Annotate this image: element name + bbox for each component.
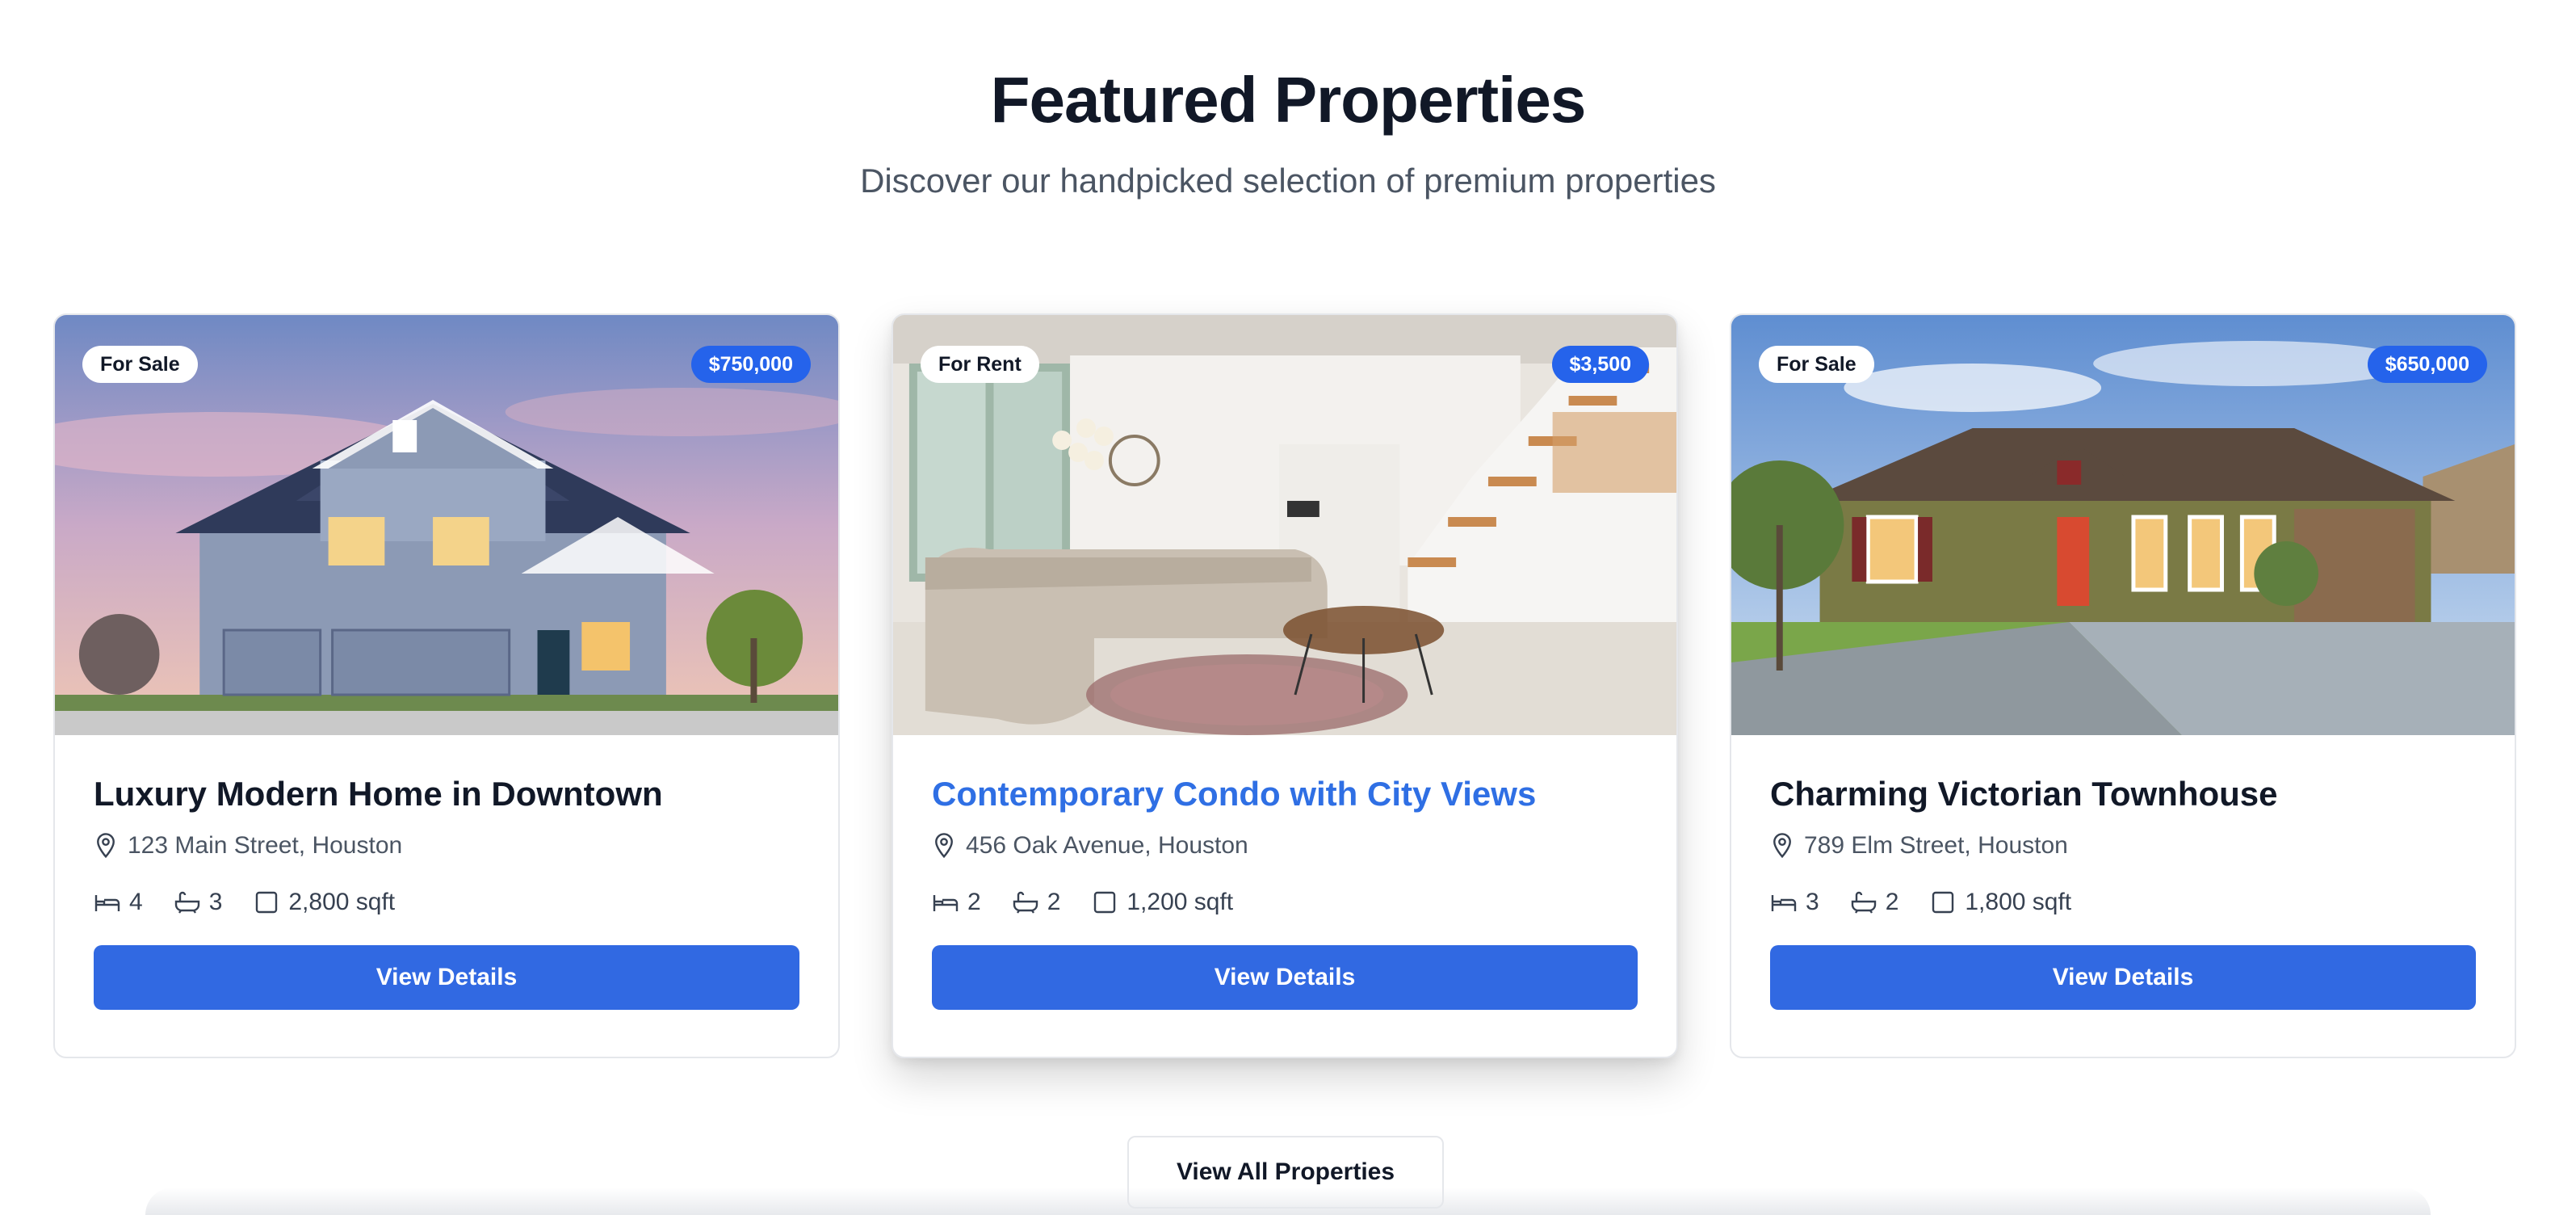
listing-type-badge: For Sale	[1759, 346, 1874, 383]
price-badge: $3,500	[1551, 346, 1649, 383]
square-icon	[1094, 892, 1116, 914]
property-address: 456 Oak Avenue, Houston	[932, 832, 1638, 860]
beds-feature: 4	[94, 889, 143, 916]
bed-icon	[94, 895, 120, 912]
property-features: 2 2 1,200 sqft	[932, 889, 1638, 916]
address-text: 123 Main Street, Houston	[128, 832, 403, 860]
property-card[interactable]: For Sale $650,000 Charming Victorian Tow…	[1730, 313, 2516, 1058]
area-value: 1,800 sqft	[1965, 889, 2072, 916]
area-feature: 2,800 sqft	[253, 889, 395, 916]
map-pin-icon	[1773, 833, 1791, 859]
address-text: 789 Elm Street, Houston	[1804, 832, 2068, 860]
square-icon	[256, 892, 278, 914]
bath-icon	[174, 892, 199, 914]
featured-properties-section: Featured Properties Discover our handpic…	[0, 0, 2576, 1215]
price-badge: $650,000	[2367, 346, 2487, 383]
map-pin-icon	[97, 833, 115, 859]
bath-icon	[1013, 892, 1038, 914]
property-image[interactable]: For Sale $750,000	[55, 315, 838, 735]
beds-feature: 3	[1770, 889, 1819, 916]
property-card[interactable]: For Sale $750,000 Luxury Modern Home in …	[53, 313, 840, 1058]
bed-icon	[933, 895, 959, 912]
map-pin-icon	[935, 833, 953, 859]
property-image[interactable]: For Sale $650,000	[1731, 315, 2515, 735]
beds-count: 3	[1806, 889, 1819, 916]
property-title[interactable]: Luxury Modern Home in Downtown	[94, 774, 799, 814]
baths-feature: 3	[174, 889, 223, 916]
view-details-button[interactable]: View Details	[932, 945, 1638, 1011]
baths-count: 2	[1047, 889, 1061, 916]
beds-count: 4	[129, 889, 143, 916]
beds-count: 2	[967, 889, 981, 916]
baths-count: 2	[1885, 889, 1899, 916]
property-features: 3 2 1,800 sqft	[1770, 889, 2476, 916]
section-title: Featured Properties	[990, 64, 1587, 136]
listing-type-badge: For Sale	[82, 346, 198, 383]
section-subtitle: Discover our handpicked selection of pre…	[860, 162, 1716, 200]
area-feature: 1,800 sqft	[1929, 889, 2071, 916]
property-title[interactable]: Contemporary Condo with City Views	[932, 774, 1638, 814]
square-icon	[1932, 892, 1954, 914]
beds-feature: 2	[932, 889, 981, 916]
area-feature: 1,200 sqft	[1091, 889, 1233, 916]
view-details-button[interactable]: View Details	[1770, 945, 2476, 1011]
price-badge: $750,000	[690, 346, 811, 383]
area-value: 1,200 sqft	[1126, 889, 1234, 916]
view-details-button[interactable]: View Details	[94, 945, 799, 1011]
bath-icon	[1851, 892, 1876, 914]
property-card[interactable]: For Rent $3,500 Contemporary Condo with …	[892, 313, 1678, 1058]
property-title[interactable]: Charming Victorian Townhouse	[1770, 774, 2476, 814]
property-address: 789 Elm Street, Houston	[1770, 832, 2476, 860]
area-value: 2,800 sqft	[288, 889, 396, 916]
bed-icon	[1771, 895, 1797, 912]
listing-type-badge: For Rent	[921, 346, 1039, 383]
property-features: 4 3 2,800 sqft	[94, 889, 799, 916]
baths-feature: 2	[1850, 889, 1899, 916]
next-section-edge	[145, 1188, 2431, 1215]
property-image[interactable]: For Rent $3,500	[893, 315, 1676, 735]
address-text: 456 Oak Avenue, Houston	[966, 832, 1248, 860]
property-address: 123 Main Street, Houston	[94, 832, 799, 860]
baths-feature: 2	[1012, 889, 1061, 916]
baths-count: 3	[208, 889, 223, 916]
